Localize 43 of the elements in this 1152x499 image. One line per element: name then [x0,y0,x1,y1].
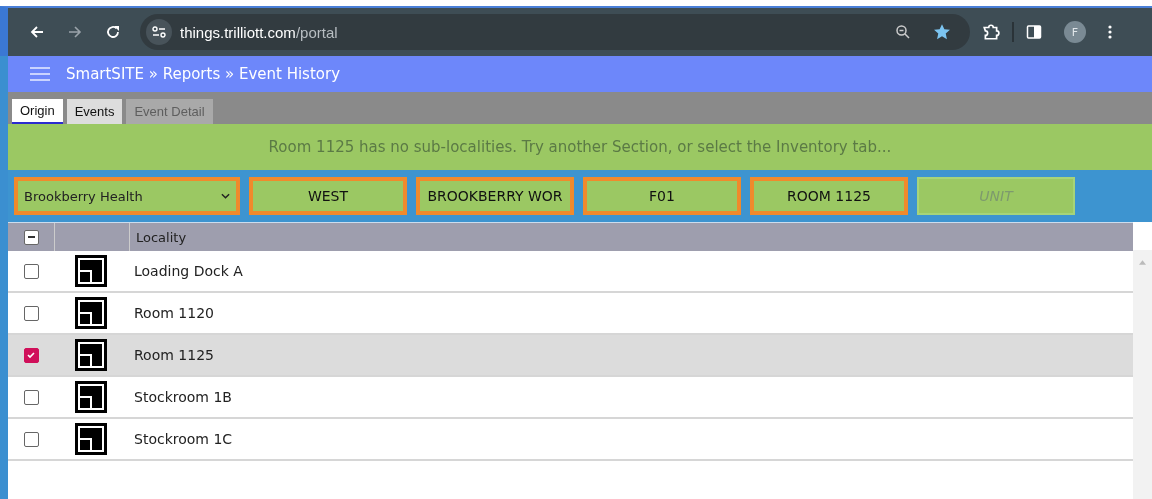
table-row[interactable]: Stockroom 1C [8,419,1133,461]
location-button[interactable]: BROOKBERRY WOR [416,177,574,215]
forward-icon[interactable] [67,24,83,40]
back-icon[interactable] [29,24,45,40]
tab[interactable]: Events [66,99,123,124]
row-checkbox[interactable] [23,389,39,405]
banner-message: Room 1125 has no sub-localities. Try another Section, or select the Inventory tab... [268,138,892,156]
url-text[interactable]: things.trilliott.com/portal [180,23,338,41]
tab[interactable]: Origin [12,99,63,124]
header-checkbox[interactable] [23,229,39,245]
address-bar[interactable]: things.trilliott.com/portal [140,14,970,50]
locality-name: Room 1120 [134,305,214,321]
locality-icon [75,297,107,329]
star-icon[interactable] [933,23,951,41]
puzzle-icon[interactable] [982,23,1000,41]
site-dropdown[interactable]: Brookberry Health [14,177,240,215]
locality-icon [75,255,107,287]
locality-name: Room 1125 [134,347,214,363]
reload-icon[interactable] [105,24,121,40]
chevron-icon [221,193,230,199]
column-header: Locality [136,229,187,245]
location-button[interactable]: F01 [583,177,741,215]
breadcrumb: SmartSITE » Reports » Event History [66,65,341,83]
row-checkbox[interactable] [23,431,39,447]
locality-icon [75,339,107,371]
locality-icon [75,423,107,455]
side-panel-icon[interactable] [1026,24,1042,40]
site-settings-icon[interactable] [146,19,172,45]
row-checkbox[interactable] [23,347,39,363]
location-button[interactable]: WEST [249,177,407,215]
check-icon [26,350,36,360]
locality-name: Loading Dock A [134,263,243,279]
zoom-out-icon[interactable] [895,24,911,40]
table-row[interactable]: Loading Dock A [8,251,1133,293]
locality-icon [75,381,107,413]
locality-name: Stockroom 1C [134,431,233,447]
row-checkbox[interactable] [23,263,39,279]
more-icon[interactable] [1108,24,1112,40]
location-button[interactable]: ROOM 1125 [750,177,908,215]
table-row[interactable]: Room 1125 [8,335,1133,377]
locality-name: Stockroom 1B [134,389,232,405]
row-checkbox[interactable] [23,305,39,321]
table-row[interactable]: Stockroom 1B [8,377,1133,419]
